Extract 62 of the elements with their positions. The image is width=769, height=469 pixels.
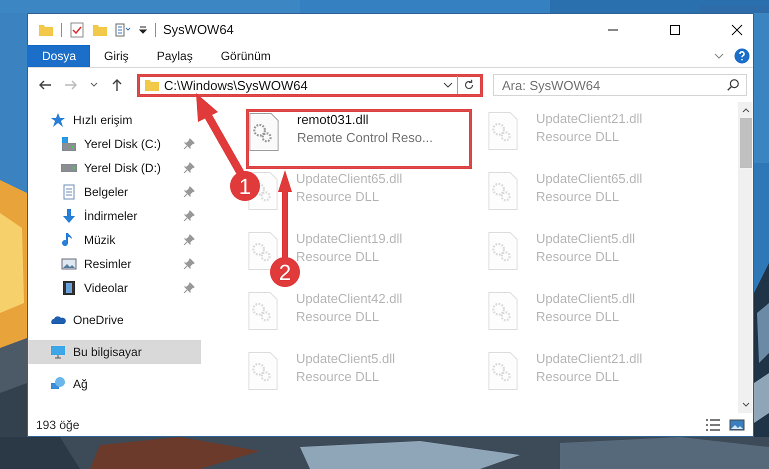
gear-file-icon[interactable] — [249, 112, 279, 152]
file-type: Resource DLL — [296, 189, 380, 204]
pin-icon[interactable] — [183, 234, 195, 246]
sidebar-item[interactable]: İndirmeler — [28, 204, 201, 228]
file-type: Resource DLL — [536, 189, 620, 204]
dropdown-icon[interactable] — [138, 24, 148, 34]
sidebar-item[interactable]: Bu bilgisayar — [28, 340, 201, 364]
item-count: 193 öğe — [36, 418, 80, 432]
network-globe-icon — [50, 376, 66, 392]
address-field[interactable]: C:\Windows\SysWOW64 — [137, 74, 483, 96]
pin-icon[interactable] — [183, 138, 195, 150]
pin-icon[interactable] — [183, 210, 195, 222]
sidebar-item[interactable]: Yerel Disk (D:) — [28, 156, 201, 180]
chevron-down-icon[interactable] — [443, 80, 453, 90]
step-badge: 1 — [230, 171, 260, 201]
checklist-icon[interactable] — [69, 22, 85, 38]
file-type: Resource DLL — [296, 369, 380, 384]
star-icon — [50, 112, 66, 128]
pin-icon[interactable] — [183, 162, 195, 174]
scrollbar[interactable] — [738, 102, 753, 413]
pin-icon[interactable] — [183, 282, 195, 294]
close-icon[interactable] — [731, 24, 743, 36]
ribbon-tab[interactable]: Paylaş — [142, 45, 207, 67]
file-name[interactable]: remot031.dll — [297, 112, 433, 127]
sidebar-item[interactable]: OneDrive — [28, 308, 201, 332]
ribbon-tab[interactable]: Görünüm — [206, 45, 285, 67]
sidebar-item[interactable]: Yerel Disk (C:) — [28, 132, 201, 156]
refresh-icon[interactable] — [462, 78, 476, 92]
download-arrow-icon — [61, 208, 77, 224]
file-type: Resource DLL — [536, 129, 620, 144]
folder-icon — [144, 77, 160, 93]
film-icon — [61, 280, 77, 296]
scroll-thumb[interactable] — [740, 118, 752, 168]
drive-icon — [61, 164, 77, 172]
pin-icon[interactable] — [183, 186, 195, 198]
file-type: Resource DLL — [296, 309, 380, 324]
sidebar-item[interactable]: Videolar — [28, 276, 201, 300]
sidebar-item[interactable]: Hızlı erişim — [28, 108, 201, 132]
file-type: Resource DLL — [536, 369, 620, 384]
ribbon-tab[interactable]: Dosya — [28, 45, 90, 67]
monitor-icon — [50, 344, 66, 360]
maximize-icon[interactable] — [669, 24, 681, 36]
window-title: SysWOW64 — [163, 22, 234, 37]
large-icons-view-icon[interactable] — [729, 416, 745, 432]
sidebar-item[interactable]: Ağ — [28, 372, 201, 396]
ribbon-tab[interactable]: Giriş — [90, 45, 143, 67]
help-icon[interactable] — [734, 48, 750, 64]
file-type: Resource DLL — [536, 309, 620, 324]
sidebar-item[interactable]: Belgeler — [28, 180, 201, 204]
sidebar-item[interactable]: Müzik — [28, 228, 201, 252]
details-view-icon[interactable] — [705, 416, 721, 432]
search-field[interactable]: Ara: SysWOW64 — [493, 74, 747, 96]
file-type: Resource DLL — [536, 249, 620, 264]
search-icon[interactable] — [726, 78, 740, 92]
file-type: Remote Control Reso... — [297, 130, 433, 145]
sidebar-item[interactable]: Resimler — [28, 252, 201, 276]
properties-icon[interactable] — [115, 22, 131, 38]
drive-icon — [61, 136, 77, 152]
pin-icon[interactable] — [183, 258, 195, 270]
document-icon — [61, 184, 77, 200]
step-badge: 2 — [270, 257, 300, 287]
image-icon — [61, 256, 77, 272]
